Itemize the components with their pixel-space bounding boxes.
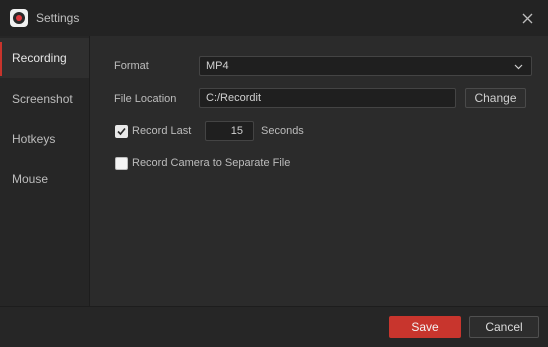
close-button[interactable] [516, 8, 538, 28]
file-location-label: File Location [114, 93, 177, 105]
file-location-field[interactable]: C:/Recordit [199, 88, 456, 108]
change-location-button[interactable]: Change [465, 88, 526, 108]
sidebar-item-recording[interactable]: Recording [0, 38, 89, 78]
sidebar-item-mouse[interactable]: Mouse [0, 159, 89, 199]
cancel-button[interactable]: Cancel [469, 316, 539, 338]
record-last-label: Record Last [132, 125, 192, 137]
seconds-label: Seconds [261, 125, 304, 137]
record-last-value: 15 [230, 125, 243, 137]
record-camera-checkbox[interactable] [115, 157, 128, 170]
footer-bar [0, 306, 548, 347]
record-camera-label: Record Camera to Separate File [132, 157, 291, 169]
close-icon [522, 13, 532, 23]
chevron-down-icon [514, 64, 523, 70]
format-label: Format [114, 60, 149, 72]
record-last-checkbox[interactable] [115, 125, 128, 138]
save-button[interactable]: Save [389, 316, 461, 338]
title-bar: Settings [0, 0, 548, 36]
format-value: MP4 [206, 60, 229, 72]
checkmark-icon [117, 127, 126, 136]
record-last-seconds-input[interactable]: 15 [205, 121, 254, 141]
sidebar-item-label: Hotkeys [12, 132, 56, 146]
sidebar: Recording Screenshot Hotkeys Mouse [0, 36, 90, 306]
format-select[interactable]: MP4 [199, 56, 532, 76]
sidebar-item-label: Screenshot [12, 92, 73, 106]
recordit-logo-icon [10, 9, 28, 27]
sidebar-item-label: Recording [12, 51, 67, 65]
window-title: Settings [36, 11, 80, 25]
sidebar-item-screenshot[interactable]: Screenshot [0, 79, 89, 119]
file-location-value: C:/Recordit [206, 92, 262, 104]
sidebar-item-hotkeys[interactable]: Hotkeys [0, 119, 89, 159]
sidebar-item-label: Mouse [12, 172, 49, 186]
